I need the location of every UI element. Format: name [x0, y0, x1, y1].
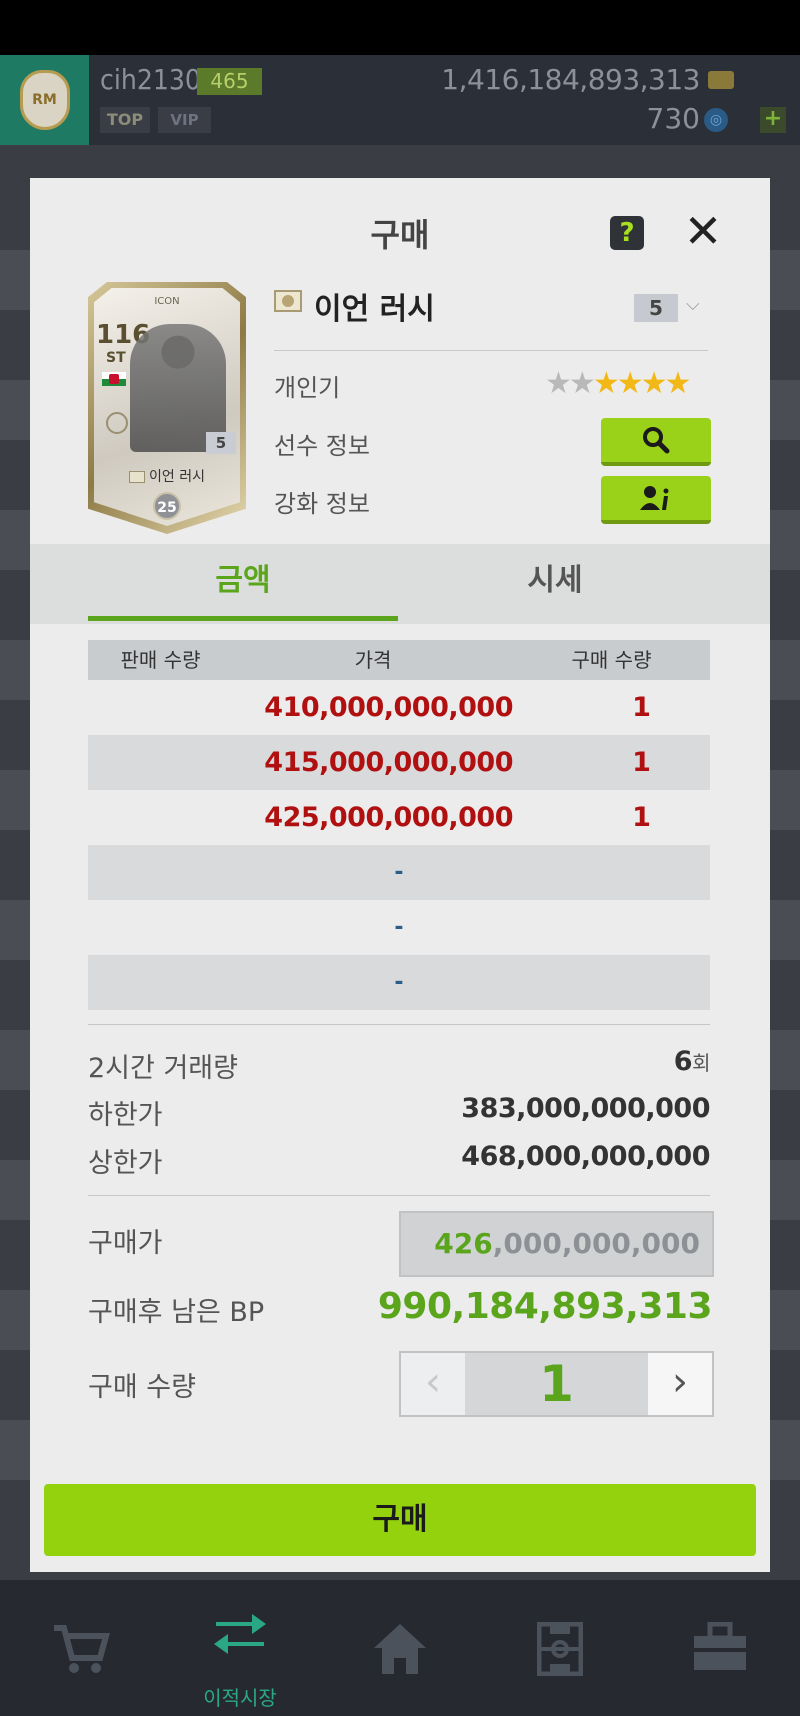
- row-qty: 1: [632, 802, 651, 833]
- tab-amount[interactable]: 금액: [88, 544, 398, 624]
- cart-icon: [50, 1622, 110, 1684]
- nav-home[interactable]: [320, 1580, 480, 1716]
- table-row-empty: -: [88, 955, 710, 1010]
- decrease-button[interactable]: ‹: [401, 1353, 465, 1415]
- popularity-label: 개인기: [274, 374, 341, 402]
- remaining-bp-value: 990,184,893,313: [377, 1286, 713, 1327]
- tab-bar: 금액 시세: [30, 544, 770, 624]
- club-crest[interactable]: RM: [0, 55, 89, 145]
- grade-select[interactable]: 5: [634, 294, 678, 322]
- real-madrid-crest-icon: RM: [19, 70, 70, 130]
- max-price-label: 상한가: [88, 1148, 163, 1179]
- header-buy-qty: 구매 수량: [571, 648, 652, 672]
- season-icon: [274, 290, 302, 312]
- status-bar: [0, 0, 800, 55]
- player-card: ICON 116 ST 5 이언 러시 25: [88, 282, 246, 534]
- bottom-nav: 이적시장: [0, 1580, 800, 1716]
- row-qty: 1: [632, 692, 651, 723]
- nav-club[interactable]: [640, 1580, 800, 1716]
- fc-balance: 730: [646, 102, 700, 135]
- min-price-label: 하한가: [88, 1100, 163, 1131]
- volume-value: 6회: [673, 1046, 711, 1077]
- top-tag: TOP: [100, 107, 150, 133]
- listing-table: 판매 수량 가격 구매 수량 410,000,000,000 1 415,000…: [88, 640, 710, 1010]
- buy-button[interactable]: 구매: [44, 1484, 756, 1556]
- min-price-value: 383,000,000,000: [461, 1093, 710, 1124]
- nav-transfer-label: 이적시장: [203, 1686, 277, 1710]
- empty-dash: -: [394, 970, 404, 995]
- player-info-button[interactable]: [601, 418, 711, 466]
- fc-coin-icon: ◎: [704, 108, 728, 132]
- max-price-value: 468,000,000,000: [461, 1141, 710, 1172]
- search-icon: [643, 427, 670, 454]
- buy-qty-label: 구매 수량: [88, 1372, 196, 1403]
- table-row-empty: -: [88, 845, 710, 900]
- vip-tag: VIP: [158, 107, 211, 133]
- card-grade: 5: [206, 432, 236, 454]
- top-bar: RM cih2130 465 TOP VIP 1,416,184,893,313…: [0, 55, 800, 145]
- quantity-value: 1: [539, 1355, 574, 1413]
- chevron-down-icon[interactable]: ⌵: [686, 294, 700, 315]
- nav-shop[interactable]: [0, 1580, 160, 1716]
- user-info-icon: [640, 486, 669, 510]
- tab-market[interactable]: 시세: [400, 544, 710, 624]
- increase-button[interactable]: ›: [648, 1353, 712, 1415]
- help-button[interactable]: ?: [610, 216, 644, 250]
- star-filled-icon: ★: [664, 366, 692, 401]
- nav-squad[interactable]: [480, 1580, 640, 1716]
- pitch-icon: [536, 1621, 584, 1684]
- player-name: 이언 러시: [314, 292, 435, 327]
- player-info-label: 선수 정보: [274, 432, 370, 460]
- purchase-price-field[interactable]: 426,000,000,000: [399, 1211, 714, 1277]
- upgrade-info-button[interactable]: [601, 476, 711, 524]
- card-player-name: 이언 러시: [88, 466, 246, 486]
- wales-flag-icon: [102, 372, 126, 386]
- row-price: 415,000,000,000: [264, 747, 513, 778]
- divider: [88, 1024, 710, 1025]
- level-badge: 465: [197, 68, 262, 95]
- divider: [274, 350, 708, 351]
- card-position: ST: [106, 350, 126, 366]
- popularity-stars: ★★★★★★: [545, 366, 692, 401]
- transfer-arrows-icon: [212, 1610, 268, 1662]
- icon-emblem-icon: [106, 412, 128, 434]
- briefcase-icon: [692, 1621, 748, 1680]
- table-row[interactable]: 425,000,000,000 1: [88, 790, 710, 845]
- header-price: 가격: [354, 648, 392, 672]
- modal-title: 구매: [370, 216, 430, 254]
- star-filled-icon: ★: [616, 366, 644, 401]
- purchase-modal: 구매 ? ✕ ICON 116 ST 5 이언 러시 25 이언 러시 5 ⌵ …: [30, 178, 770, 1572]
- close-button[interactable]: ✕: [680, 208, 726, 254]
- active-tab-indicator: [88, 616, 398, 621]
- home-icon: [372, 1622, 428, 1684]
- table-row[interactable]: 415,000,000,000 1: [88, 735, 710, 790]
- row-price: 410,000,000,000: [264, 692, 513, 723]
- star-filled-icon: ★: [640, 366, 668, 401]
- table-row-empty: -: [88, 900, 710, 955]
- username: cih2130: [100, 63, 201, 96]
- empty-dash: -: [394, 860, 404, 885]
- row-qty: 1: [632, 747, 651, 778]
- add-currency-button[interactable]: +: [760, 107, 786, 133]
- card-season-label: ICON: [154, 296, 180, 307]
- quantity-stepper: ‹ 1 ›: [399, 1351, 714, 1417]
- nav-transfer-market[interactable]: 이적시장: [160, 1580, 320, 1716]
- purchase-price-label: 구매가: [88, 1228, 163, 1259]
- season-icon: [129, 471, 145, 483]
- header-sell-qty: 판매 수량: [120, 648, 201, 672]
- star-empty-icon: ★: [545, 366, 572, 401]
- star-filled-icon: ★: [592, 366, 620, 401]
- upgrade-info-label: 강화 정보: [274, 490, 370, 518]
- divider: [88, 1195, 710, 1196]
- card-salary: 25: [153, 492, 181, 520]
- row-price: 425,000,000,000: [264, 802, 513, 833]
- volume-label: 2시간 거래량: [88, 1053, 238, 1084]
- table-header: 판매 수량 가격 구매 수량: [88, 640, 710, 680]
- table-row[interactable]: 410,000,000,000 1: [88, 680, 710, 735]
- empty-dash: -: [394, 915, 404, 940]
- bp-balance: 1,416,184,893,313: [441, 63, 700, 96]
- bp-icon: [708, 71, 734, 89]
- remaining-bp-label: 구매후 남은 BP: [88, 1297, 265, 1328]
- star-empty-icon: ★: [568, 366, 596, 401]
